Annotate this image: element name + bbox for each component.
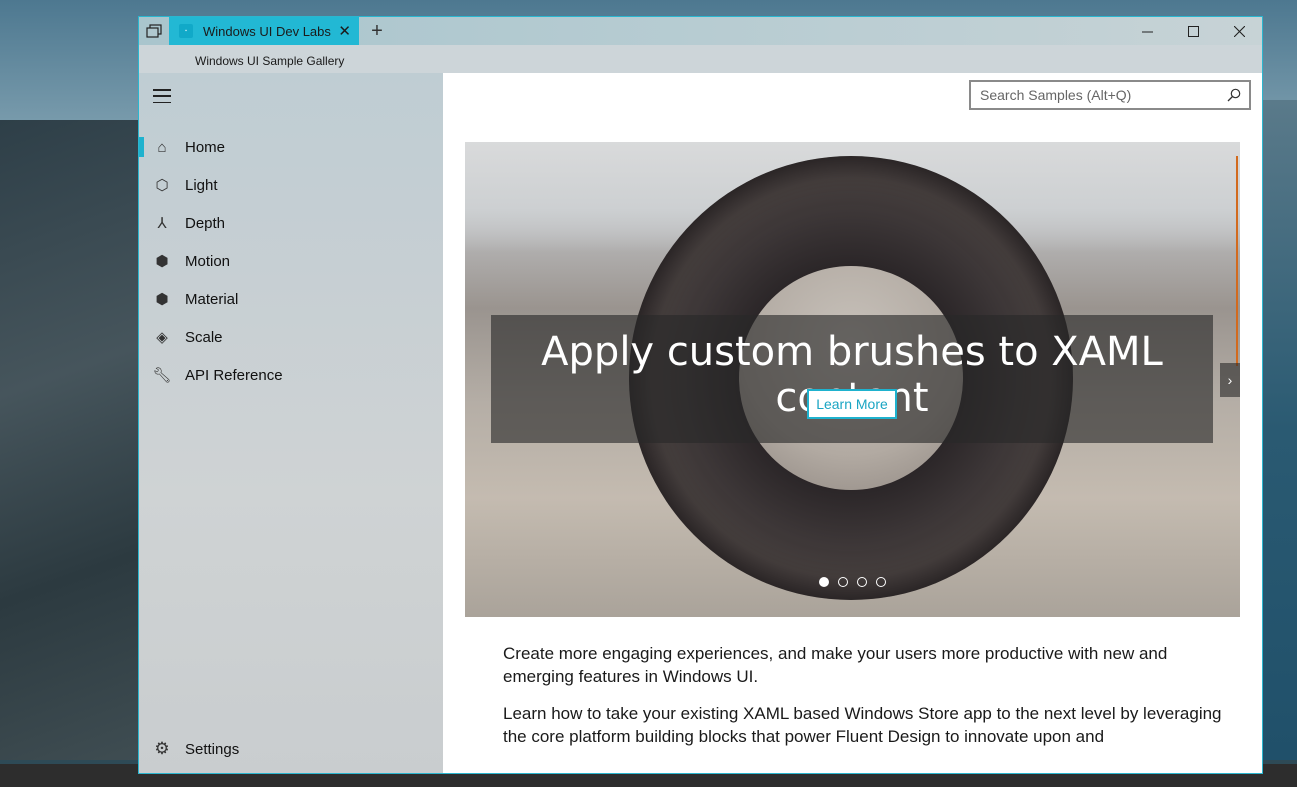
tab-switcher-button[interactable] [139, 17, 169, 45]
sidebar-item-motion[interactable]: ⬢ Motion [139, 243, 443, 279]
tab-switcher-icon [146, 24, 162, 38]
wrench-icon: 🔧︎ [152, 367, 172, 384]
sidebar-item-depth[interactable]: ⅄ Depth [139, 205, 443, 241]
title-bar: ▪ Windows UI Dev Labs S ✕ + [139, 17, 1262, 45]
sidebar-item-light[interactable]: ⬡ Light [139, 167, 443, 203]
close-window-button[interactable] [1216, 17, 1262, 45]
close-icon [1233, 25, 1245, 37]
hero-banner: Apply custom brushes to XAML content Lea… [491, 315, 1213, 443]
material-icon: ⬢ [155, 291, 169, 308]
sidebar-item-api-reference[interactable]: 🔧︎ API Reference [139, 357, 443, 393]
maximize-icon [1187, 25, 1199, 37]
maximize-button[interactable] [1170, 17, 1216, 45]
carousel-dot-1[interactable] [819, 577, 829, 587]
sidebar-item-label: Depth [185, 214, 226, 232]
sidebar-item-label: Scale [185, 328, 223, 346]
carousel-pager [819, 577, 886, 587]
main-content: Apply custom brushes to XAML content Lea… [443, 73, 1262, 773]
sidebar-item-settings[interactable]: ⚙ Settings [139, 731, 443, 767]
learn-more-button[interactable]: Learn More [807, 389, 897, 419]
title-bar-drag-area[interactable] [395, 17, 1124, 45]
app-favicon-icon: ▪ [179, 24, 193, 38]
sidebar-item-home[interactable]: ⌂ Home [139, 129, 443, 165]
sidebar-item-label: Motion [185, 252, 231, 270]
search-box[interactable] [969, 80, 1251, 110]
search-icon[interactable] [1227, 88, 1241, 102]
desktop-wallpaper-left [0, 120, 140, 760]
search-input[interactable] [980, 87, 1227, 103]
light-icon: ⬡ [155, 177, 169, 194]
tab-title: Windows UI Dev Labs S [203, 23, 333, 39]
app-title: Windows UI Sample Gallery [195, 54, 345, 68]
carousel-scroll-indicator [1236, 156, 1238, 366]
sidebar-item-label: API Reference [185, 366, 283, 384]
new-tab-button[interactable]: + [359, 17, 395, 45]
sidebar-item-label: Material [185, 290, 239, 308]
sidebar-item-label: Home [185, 138, 226, 156]
sidebar-item-material[interactable]: ⬢ Material [139, 281, 443, 317]
intro-paragraph: Create more engaging experiences, and ma… [503, 644, 1168, 686]
sidebar-item-label: Light [185, 176, 218, 194]
motion-icon: ⬢ [155, 253, 169, 270]
hero-carousel[interactable]: Apply custom brushes to XAML content Lea… [465, 142, 1240, 617]
gear-icon: ⚙ [154, 739, 170, 758]
app-window: ▪ Windows UI Dev Labs S ✕ + Windows UI S… [138, 16, 1263, 774]
desktop-wallpaper-right [1263, 100, 1297, 760]
chevron-right-icon: › [1227, 372, 1233, 388]
close-tab-icon[interactable]: ✕ [338, 22, 351, 40]
carousel-dot-2[interactable] [838, 577, 848, 587]
depth-icon: ⅄ [157, 215, 167, 232]
scale-icon: ◈ [156, 329, 168, 346]
hamburger-icon[interactable] [153, 89, 171, 103]
home-icon: ⌂ [157, 138, 167, 156]
browser-tab[interactable]: ▪ Windows UI Dev Labs S ✕ [169, 17, 359, 45]
carousel-next-button[interactable]: › [1220, 363, 1240, 397]
minimize-button[interactable] [1124, 17, 1170, 45]
learn-paragraph: Learn how to take your existing XAML bas… [503, 704, 1222, 746]
carousel-dot-4[interactable] [876, 577, 886, 587]
carousel-dot-3[interactable] [857, 577, 867, 587]
settings-label: Settings [185, 740, 240, 758]
minimize-icon [1141, 31, 1153, 32]
sidebar-item-scale[interactable]: ◈ Scale [139, 319, 443, 355]
